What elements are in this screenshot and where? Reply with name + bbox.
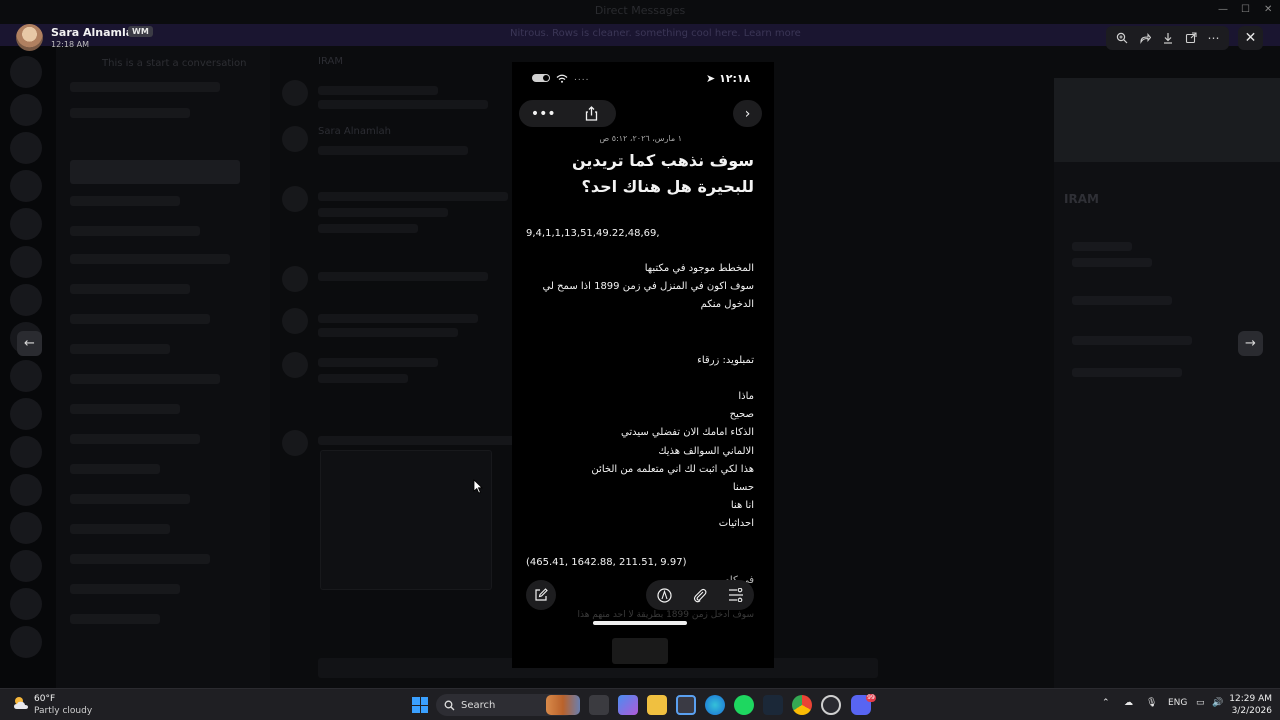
- note-line: احداثيات: [718, 518, 754, 530]
- forward-icon[interactable]: [1136, 29, 1154, 47]
- markup-pen-icon[interactable]: [653, 584, 675, 606]
- share-icon[interactable]: [581, 103, 603, 125]
- search-highlight-icon[interactable]: [546, 695, 580, 715]
- tamblued-line: تمبلويد: زرقاء: [697, 355, 754, 366]
- task-view-icon[interactable]: [589, 695, 609, 715]
- discord-notification-badge: 99: [866, 694, 876, 702]
- note-date: ١ مارس، ٢٠٢٦، ٥:١٢ ص: [599, 134, 682, 143]
- note-line: انا هنا: [730, 500, 754, 512]
- taskbar: 60°F Partly cloudy Search 99 ⌃ ☁ 🎙 ENG ▭…: [0, 688, 1280, 720]
- dm-list-heading: This is a start a conversation: [102, 58, 247, 69]
- avatar[interactable]: [16, 24, 43, 51]
- open-external-icon[interactable]: [1182, 29, 1200, 47]
- note-list: ماذا صحيح الذكاء امامك الان تفضلي سيدتي …: [526, 388, 754, 534]
- search-icon: [444, 700, 455, 710]
- viewer-controls: ⋯: [1106, 26, 1229, 50]
- note-line: الذكاء امامك الان تفضلي سيدتي: [620, 427, 754, 439]
- chat-sender-name: Sara Alnamlah: [318, 126, 391, 137]
- profile-panel: IRAM: [1054, 78, 1280, 688]
- partly-cloudy-icon[interactable]: [12, 695, 30, 711]
- windows-start-icon[interactable]: [412, 697, 428, 713]
- numbers-line: 9,4,1,1,13,51,49.22,48,69,: [526, 228, 660, 239]
- signal-dots-icon: ....: [574, 73, 590, 83]
- spotify-icon[interactable]: [734, 695, 754, 715]
- note-line: هذا لكي اثبت لك اني متعلمه من الخائن: [591, 463, 754, 475]
- download-icon[interactable]: [1159, 29, 1177, 47]
- network-icon[interactable]: ▭: [1196, 698, 1205, 708]
- chrome-icon[interactable]: [792, 695, 812, 715]
- search-label: Search: [461, 699, 496, 711]
- microphone-icon[interactable]: 🎙: [1146, 698, 1157, 708]
- microsoft-store-icon[interactable]: [676, 695, 696, 715]
- phone-screenshot: .... ➤ ١٢:١٨ ••• › ١ مارس، ٢٠٢٦، ٥:١٢ ص …: [512, 62, 774, 668]
- note-line: حسنا: [732, 482, 754, 494]
- viewer-topbar: Sara Alnamlah WM 12:18 AM ⋯ ✕: [0, 0, 1280, 54]
- wifi-icon: [556, 74, 568, 83]
- chat-header-user: IRAM: [318, 56, 343, 67]
- note-line: صحيح: [729, 409, 754, 421]
- faded-under-line: سوف ادخل زمن 1899 بطريقة لا احد منهم هذا: [577, 610, 754, 620]
- note-paragraph-1: المخطط موجود في مكتبها سوف اكون في المنز…: [526, 260, 754, 315]
- close-viewer-button[interactable]: ✕: [1238, 26, 1263, 50]
- next-image-button[interactable]: →: [1238, 331, 1263, 356]
- note-line: المخطط موجود في مكتبها: [644, 263, 754, 274]
- status-clock: ➤ ١٢:١٨: [706, 72, 750, 85]
- weather-description[interactable]: Partly cloudy: [34, 706, 92, 716]
- status-time-text: ١٢:١٨: [719, 72, 751, 85]
- copilot-icon[interactable]: [618, 695, 638, 715]
- weather-temperature[interactable]: 60°F: [34, 694, 55, 704]
- steam-icon[interactable]: [763, 695, 783, 715]
- battery-icon: [532, 74, 550, 82]
- server-list: [0, 46, 56, 688]
- note-line: الالماني السوالف هذيك: [658, 445, 754, 457]
- note-line: سوف اكون في المنزل في زمن 1899 اذا سمح ل…: [542, 281, 754, 293]
- clock-time: 12:29 AM: [1229, 694, 1272, 704]
- more-options-icon[interactable]: ⋯: [1205, 29, 1223, 47]
- note-toolbar: [646, 580, 754, 610]
- clock-date: 3/2/2026: [1231, 706, 1272, 716]
- note-line: ماذا: [738, 391, 754, 402]
- more-icon[interactable]: •••: [531, 103, 556, 125]
- taskbar-clock[interactable]: 12:29 AM 3/2/2026: [1228, 693, 1272, 717]
- zoom-in-icon[interactable]: [1113, 29, 1131, 47]
- note-actions-pill: •••: [519, 100, 616, 127]
- note-title: سوف نذهب كما تريدين للبحيرة هل هناك احد؟: [572, 151, 754, 196]
- chevron-right-icon[interactable]: ›: [733, 100, 762, 127]
- github-icon[interactable]: [821, 695, 841, 715]
- volume-icon[interactable]: 🔊: [1212, 698, 1223, 708]
- coordinates-line: (465.41, 1642.88, 211.51, 9.97): [526, 557, 687, 568]
- home-indicator: [593, 621, 687, 625]
- file-explorer-icon[interactable]: [647, 695, 667, 715]
- dm-list: This is a start a conversation: [56, 46, 270, 688]
- location-arrow-icon: ➤: [706, 72, 716, 85]
- previous-image-button[interactable]: ←: [17, 331, 42, 356]
- mouse-pointer-icon: [473, 479, 483, 494]
- onedrive-icon[interactable]: ☁: [1124, 698, 1133, 708]
- post-timestamp: 12:18 AM: [51, 40, 89, 49]
- chevron-up-icon[interactable]: ⌃: [1102, 698, 1110, 708]
- attachment-thumbnail: [612, 638, 668, 664]
- language-indicator[interactable]: ENG: [1168, 698, 1187, 708]
- format-options-icon[interactable]: [725, 584, 747, 606]
- status-icons: ....: [532, 73, 589, 83]
- note-line: الدخول منكم: [700, 299, 754, 311]
- attachment-icon[interactable]: [689, 584, 711, 606]
- edge-icon[interactable]: [705, 695, 725, 715]
- profile-name: IRAM: [1064, 192, 1099, 206]
- user-tag-badge: WM: [128, 26, 153, 37]
- compose-icon[interactable]: [526, 580, 556, 610]
